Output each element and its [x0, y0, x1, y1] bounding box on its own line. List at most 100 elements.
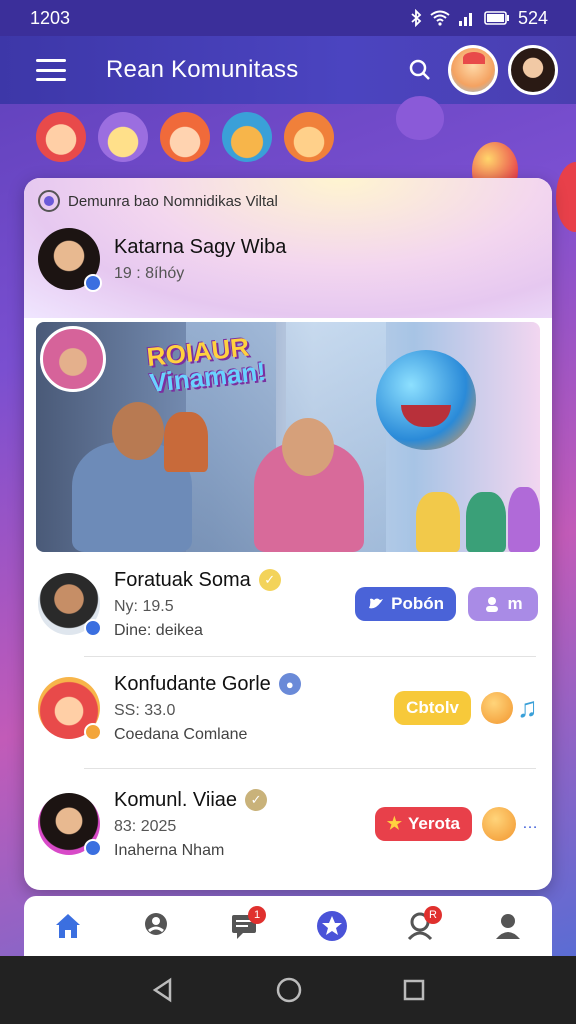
notifications-badge: R — [424, 906, 442, 924]
profile-icon — [496, 914, 520, 939]
post-media[interactable]: ROIAUR Vinaman! — [36, 322, 540, 552]
person-head — [112, 402, 164, 460]
battery-text: 524 — [517, 7, 548, 28]
person-figure — [466, 492, 506, 552]
balloon-decoration — [396, 96, 444, 140]
sparkle-icon: … — [522, 815, 538, 832]
person-head — [282, 418, 334, 476]
group-icon — [38, 190, 60, 212]
cartoon-ball-character — [376, 350, 476, 450]
author-avatar[interactable] — [38, 228, 102, 292]
app-actions — [402, 45, 558, 95]
member-location: Dine: deikea — [114, 621, 203, 639]
group-header[interactable]: Demunra bao Nomnidikas Viltal — [38, 190, 278, 212]
nav-community[interactable] — [134, 904, 178, 948]
member-name-text: Konfudante Gorle — [114, 672, 271, 695]
member-avatar[interactable] — [38, 793, 102, 857]
member-stat: 83: 2025 — [114, 817, 177, 835]
verified-icon — [84, 839, 102, 857]
media-inset-avatar — [40, 326, 106, 392]
badge-icon: ✓ — [245, 789, 268, 811]
messages-badge: 1 — [248, 906, 266, 924]
post-meta: 19 : 8íhóy — [114, 264, 185, 282]
mascot-avatar[interactable] — [448, 45, 498, 95]
nav-home[interactable] — [46, 904, 90, 948]
smiley-icon[interactable] — [481, 692, 513, 724]
community-icon — [145, 913, 167, 935]
verified-icon — [84, 723, 102, 741]
app-bar: Rean Komunitass — [0, 36, 576, 104]
member-action-label: m — [507, 594, 523, 613]
mascot-emoji-3[interactable] — [160, 112, 210, 162]
member-action-button[interactable]: m — [468, 587, 538, 621]
nav-profile[interactable] — [486, 904, 530, 948]
vote-button[interactable]: ★ Yerota — [374, 807, 472, 841]
mascot-emoji-5[interactable] — [284, 112, 334, 162]
verified-icon — [84, 619, 102, 637]
star-icon: ★ — [386, 814, 403, 833]
music-note-icon[interactable]: ♫ — [517, 692, 538, 724]
author-name: Katarna Sagy Wiba — [114, 235, 287, 258]
join-button-label: Cbtolv — [406, 698, 459, 717]
person-figure — [508, 487, 540, 552]
member-stat: Ny: 19.5 — [114, 597, 174, 615]
mascot-emoji-4[interactable] — [222, 112, 272, 162]
member-avatar[interactable] — [38, 573, 102, 637]
mascot-emoji-1[interactable] — [36, 112, 86, 162]
verified-badge-icon: ✓ — [258, 569, 281, 591]
feed-card: Demunra bao Nomnidikas Viltal Katarna Sa… — [24, 178, 552, 890]
status-icons: 524 — [410, 8, 548, 29]
search-icon[interactable] — [402, 52, 438, 88]
member-name-text: Foratuak Soma — [114, 568, 251, 591]
group-label: Demunra bao Nomnidikas Viltal — [68, 192, 278, 210]
wifi-icon — [430, 10, 450, 26]
member-name-text: Komunl. Viiae — [114, 788, 238, 811]
home-icon — [56, 914, 80, 938]
member-info: Konfudante Gorle ● SS: 33.0 Coedana Coml… — [114, 673, 394, 744]
nav-favorites[interactable] — [310, 904, 354, 948]
member-row[interactable]: Konfudante Gorle ● SS: 33.0 Coedana Coml… — [24, 658, 552, 758]
bluetooth-icon — [411, 9, 422, 27]
member-row[interactable]: Komunl. Viiae ✓ 83: 2025 Inaherna Nham ★… — [24, 774, 552, 874]
balloon-decoration — [556, 162, 576, 232]
star-badge-icon — [317, 911, 347, 941]
back-icon[interactable] — [150, 977, 176, 1003]
status-bar: 1203 524 — [0, 0, 576, 36]
bird-icon — [369, 598, 384, 609]
location-badge-icon: ● — [278, 673, 301, 695]
home-circle-icon[interactable] — [275, 976, 303, 1004]
follow-button[interactable]: Pobón — [355, 587, 456, 621]
mascot-emoji-2[interactable] — [98, 112, 148, 162]
member-name: Konfudante Gorle ● — [114, 673, 394, 696]
follow-button-label: Pobón — [391, 594, 444, 613]
member-location: Coedana Comlane — [114, 725, 248, 743]
nav-messages[interactable]: 1 — [222, 904, 266, 948]
user-avatar[interactable] — [508, 45, 558, 95]
system-nav-bar — [0, 956, 576, 1024]
member-info: Foratuak Soma ✓ Ny: 19.5 Dine: deikea — [114, 569, 355, 640]
member-name: Komunl. Viiae ✓ — [114, 789, 375, 812]
app-title: Rean Komunitass — [106, 56, 299, 83]
person-icon — [486, 597, 499, 612]
row-divider — [84, 656, 536, 657]
recents-icon[interactable] — [402, 978, 426, 1002]
person-figure — [164, 412, 208, 472]
member-row[interactable]: Foratuak Soma ✓ Ny: 19.5 Dine: deikea Po… — [24, 554, 552, 654]
smiley-icon[interactable] — [482, 807, 516, 841]
media-headline: ROIAUR Vinaman! — [145, 332, 267, 398]
card-header: Demunra bao Nomnidikas Viltal Katarna Sa… — [24, 178, 552, 318]
nav-notifications[interactable]: R — [398, 904, 442, 948]
post-author[interactable]: Katarna Sagy Wiba 19 : 8íhóy — [38, 228, 287, 292]
bottom-nav: 1 R — [24, 896, 552, 956]
member-info: Komunl. Viiae ✓ 83: 2025 Inaherna Nham — [114, 789, 375, 860]
battery-icon — [484, 11, 509, 25]
status-time: 1203 — [30, 7, 71, 28]
member-name: Foratuak Soma ✓ — [114, 569, 355, 592]
verified-icon — [84, 274, 102, 292]
member-avatar[interactable] — [38, 677, 102, 741]
member-stat: SS: 33.0 — [114, 701, 176, 719]
menu-icon[interactable] — [36, 59, 66, 81]
join-button[interactable]: Cbtolv — [394, 691, 471, 725]
vote-button-label: Yerota — [408, 814, 460, 833]
signal-icon — [458, 13, 472, 26]
